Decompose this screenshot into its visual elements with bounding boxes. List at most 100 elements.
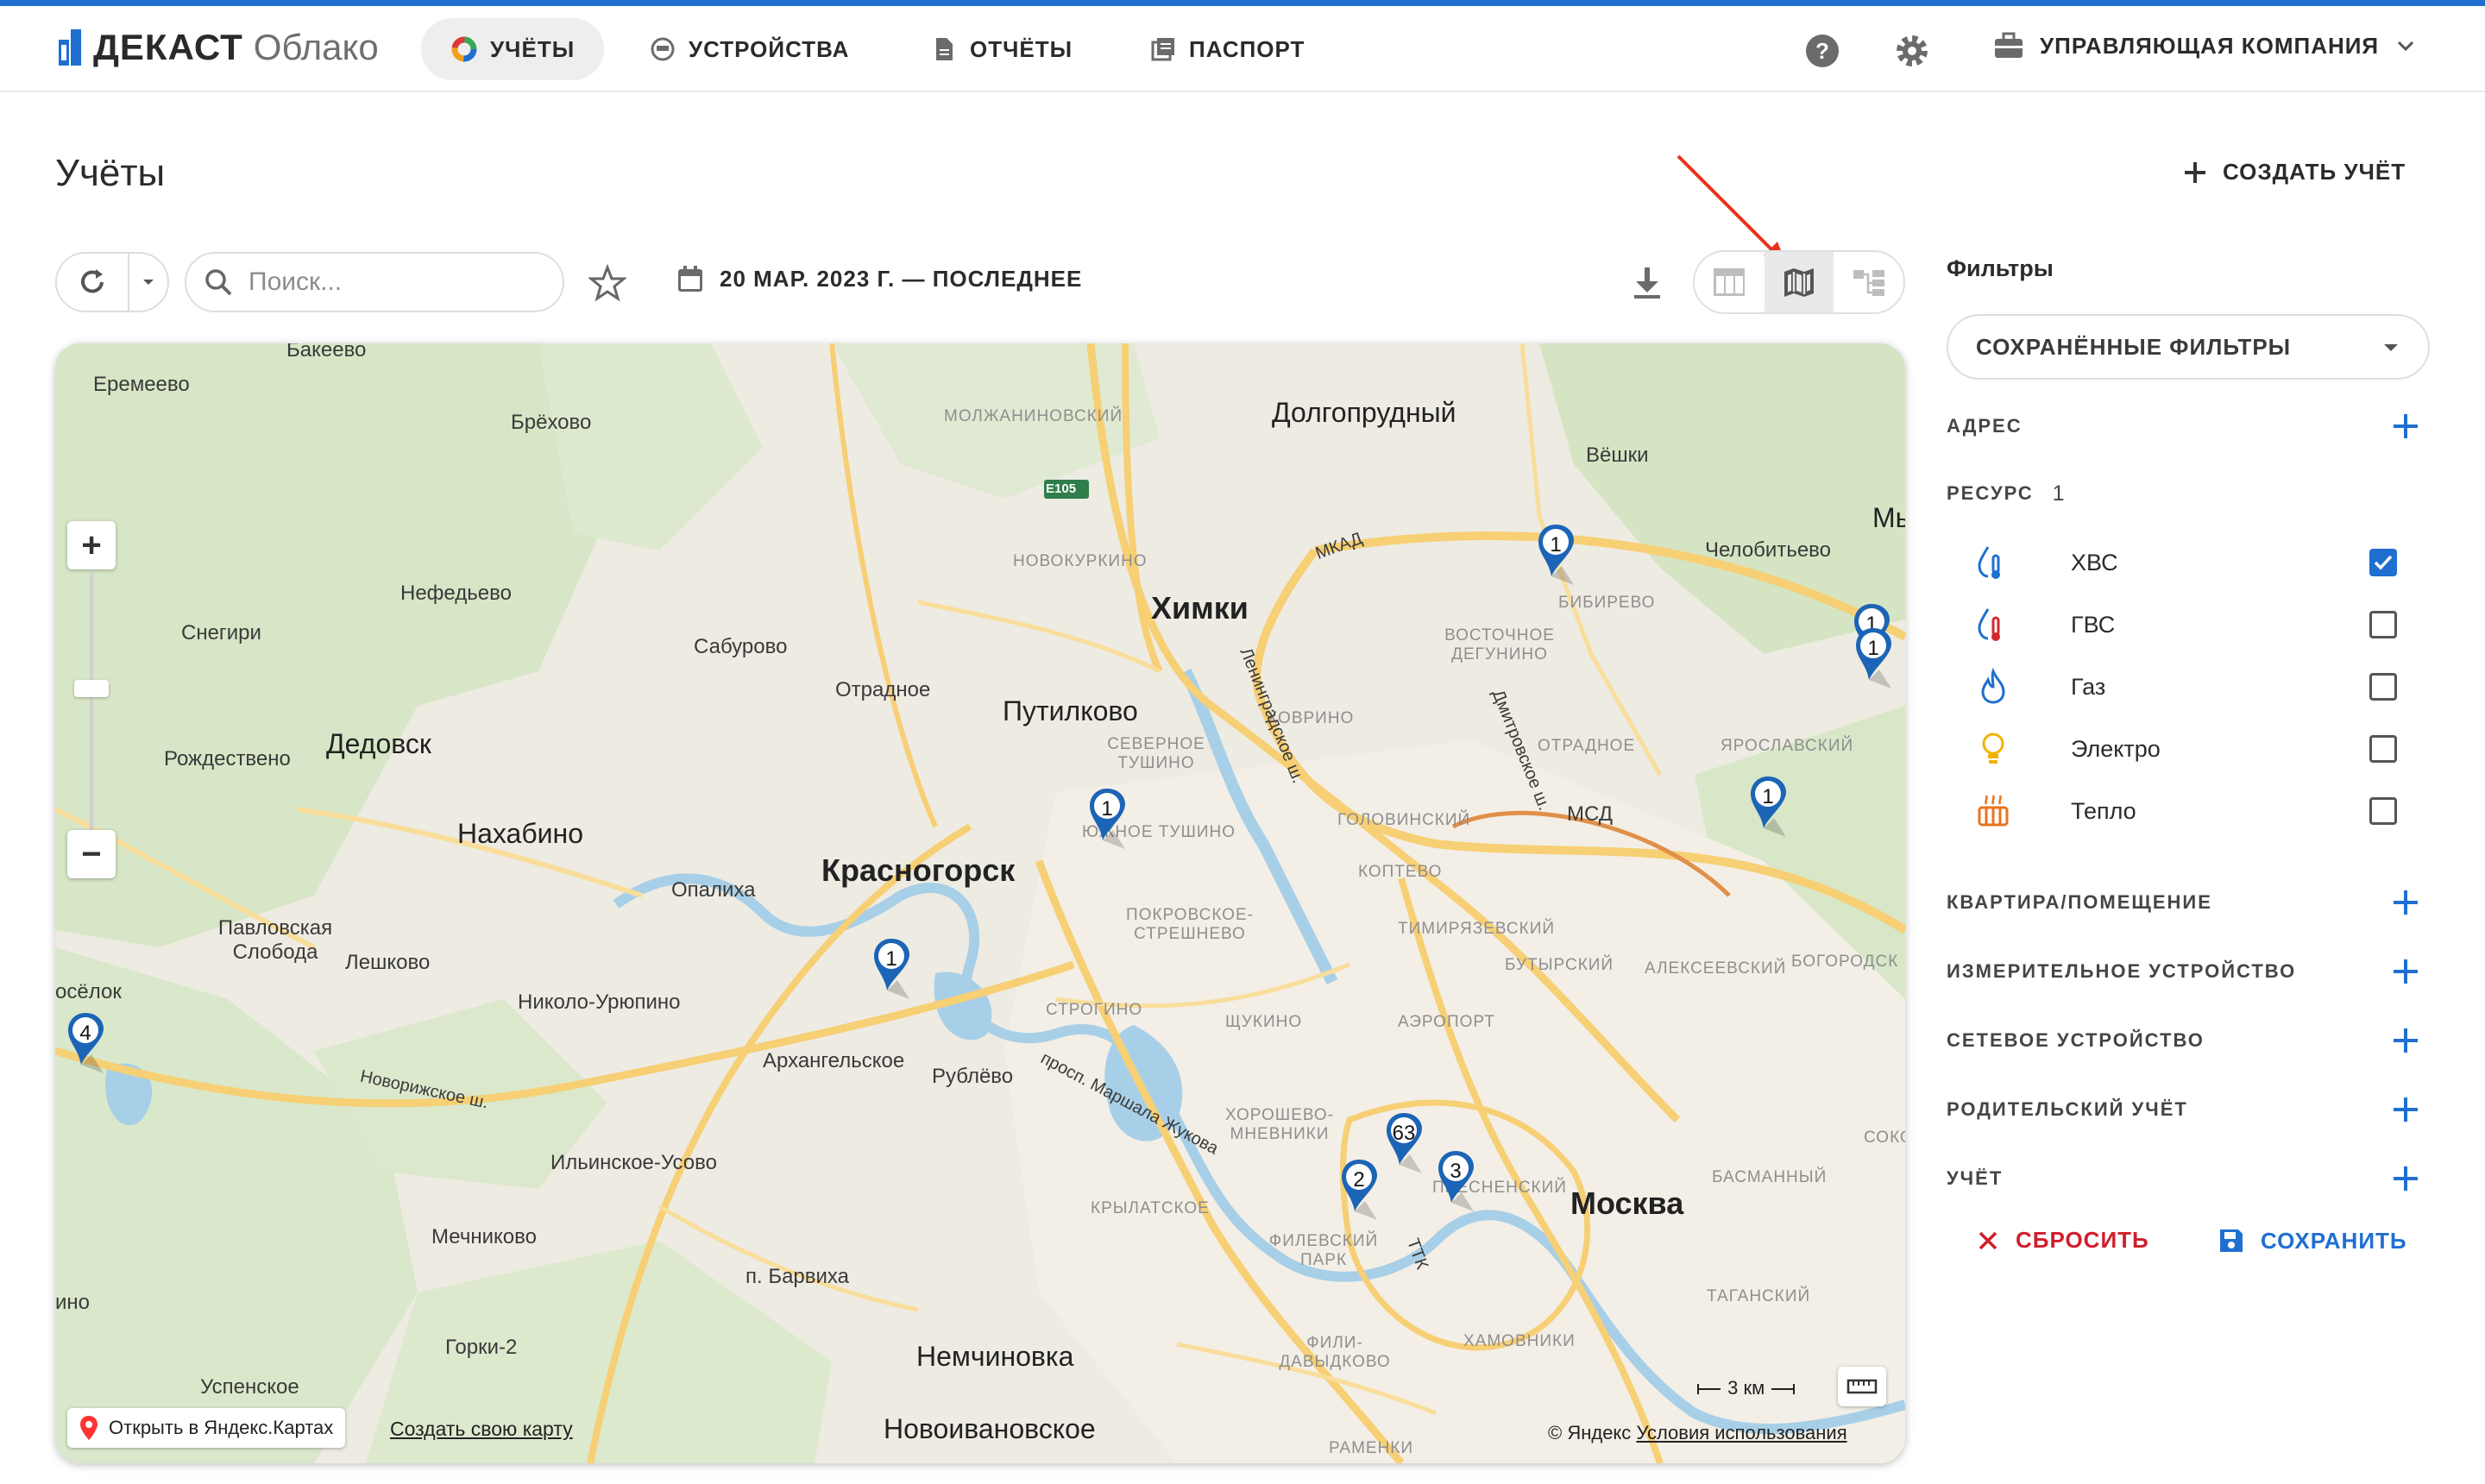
resource-row-electro[interactable]: Электро	[1976, 728, 2425, 770]
nav-reports[interactable]: ОТЧЁТЫ	[901, 18, 1102, 80]
bulb-icon	[1982, 733, 2004, 764]
open-in-yandex-maps-button[interactable]: Открыть в Яндекс.Картах	[67, 1408, 346, 1448]
map-label: ФИЛЕВСКИЙ ПАРК	[1268, 1232, 1379, 1269]
map-scale: 3 км	[1696, 1377, 1796, 1399]
map-label: Рублёво	[932, 1065, 1014, 1088]
map-label: Химки	[1151, 590, 1249, 626]
map-label: ино	[55, 1291, 91, 1314]
zoom-track[interactable]	[90, 573, 93, 840]
create-account-button[interactable]: СОЗДАТЬ УЧЁТ	[2183, 159, 2406, 186]
saved-filters-select[interactable]: СОХРАНЁННЫЕ ФИЛЬТРЫ	[1947, 314, 2430, 380]
search-input[interactable]	[247, 267, 544, 298]
resource-checkbox[interactable]	[2369, 611, 2397, 638]
nav-passport-label: ПАСПОРТ	[1189, 35, 1305, 62]
filter-network: СЕТЕВОЕ УСТРОЙСТВО	[1947, 1023, 2464, 1058]
company-label: УПРАВЛЯЮЩАЯ КОМПАНИЯ	[2040, 32, 2380, 59]
refresh-dropdown-button[interactable]	[129, 274, 167, 291]
add-meter-filter-icon[interactable]	[2390, 956, 2421, 987]
zoom-handle[interactable]	[74, 680, 109, 697]
download-icon[interactable]	[1627, 262, 1667, 302]
marker-count: 3	[1450, 1160, 1462, 1183]
map-view-button[interactable]	[1764, 252, 1834, 312]
map-label: АЭРОПОРТ	[1398, 1013, 1495, 1031]
add-network-filter-icon[interactable]	[2390, 1025, 2421, 1056]
marker-count: 4	[79, 1022, 91, 1045]
map-label: Челобитьево	[1705, 538, 1831, 562]
nav-passport[interactable]: ПАСПОРТ	[1120, 18, 1334, 80]
map-label: ХОРОШЕВО-МНЕВНИКИ	[1224, 1106, 1335, 1143]
zoom-out-button[interactable]: −	[67, 830, 116, 878]
resource-checkbox[interactable]	[2369, 797, 2397, 825]
resource-row-heat[interactable]: Тепло	[1976, 790, 2425, 832]
map-marker[interactable]: 1	[1748, 773, 1798, 851]
filter-parent-label: РОДИТЕЛЬСКИЙ УЧЁТ	[1947, 1098, 2188, 1120]
nav-accounts[interactable]: УЧЁТЫ	[421, 18, 605, 80]
reset-filters-label: СБРОСИТЬ	[2016, 1227, 2149, 1253]
resource-checkbox[interactable]	[2369, 549, 2397, 576]
map-view[interactable]: Бакеево Еремеево Брёхово МОЛЖАНИНОВСКИЙ …	[55, 343, 1905, 1463]
map-marker[interactable]: 3	[1436, 1148, 1486, 1225]
filter-meter: ИЗМЕРИТЕЛЬНОЕ УСТРОЙСТВО	[1947, 954, 2464, 989]
tree-view-button[interactable]	[1834, 252, 1903, 312]
heat-icon	[1978, 795, 2009, 827]
map-label: Ильинское-Усово	[550, 1151, 717, 1174]
scale-bar-icon	[1697, 1384, 1721, 1395]
save-filters-button[interactable]: СОХРАНИТЬ	[2218, 1227, 2407, 1254]
resource-row-cold-water[interactable]: ХВС	[1976, 542, 2425, 583]
help-icon[interactable]: ?	[1803, 32, 1841, 70]
marker-count: 1	[1762, 785, 1774, 808]
map-label: Красногорск	[821, 852, 1016, 888]
map-marker[interactable]: 1	[1536, 521, 1586, 599]
copyright-label: © Яндекс	[1548, 1422, 1632, 1443]
map-marker[interactable]: 63	[1384, 1110, 1434, 1187]
map-marker[interactable]: 1	[871, 935, 922, 1013]
filter-network-label: СЕТЕВОЕ УСТРОЙСТВО	[1947, 1029, 2205, 1051]
add-parent-filter-icon[interactable]	[2390, 1094, 2421, 1125]
refresh-button[interactable]	[57, 254, 129, 311]
caret-down-icon	[143, 280, 154, 285]
resource-checkbox[interactable]	[2369, 673, 2397, 701]
cold-water-icon	[1978, 546, 2000, 579]
map-marker[interactable]: 2	[1339, 1156, 1389, 1234]
nav-devices[interactable]: УСТРОЙСТВА	[620, 18, 878, 80]
map-label: Москва	[1570, 1185, 1684, 1221]
resource-checkbox[interactable]	[2369, 735, 2397, 763]
terms-link[interactable]: Условия использования	[1636, 1422, 1846, 1443]
map-marker[interactable]: 1	[1087, 785, 1137, 863]
map-marker[interactable]: 1	[1853, 625, 1903, 702]
search-box	[185, 252, 564, 312]
map-label: КОПТЕВО	[1358, 863, 1443, 881]
zoom-in-button[interactable]: +	[67, 521, 116, 569]
add-account-filter-icon[interactable]	[2390, 1163, 2421, 1194]
reset-filters-button[interactable]: СБРОСИТЬ	[1976, 1227, 2149, 1254]
map-view-icon	[1784, 268, 1814, 297]
favorite-star-icon[interactable]	[588, 264, 626, 302]
map-label: ПОКРОВСКОЕ-СТРЕШНЕВО	[1126, 906, 1254, 943]
filter-apartment: КВАРТИРА/ПОМЕЩЕНИЕ	[1947, 885, 2464, 920]
logo[interactable]: ДЕКАСТ Облако	[57, 27, 379, 68]
map-marker[interactable]: 4	[66, 1009, 116, 1087]
gas-flame-icon	[1981, 668, 2005, 704]
add-address-filter-icon[interactable]	[2390, 411, 2421, 442]
open-in-yandex-label: Открыть в Яндекс.Картах	[109, 1417, 334, 1438]
map-label: Долгопрудный	[1272, 397, 1456, 428]
date-range-picker[interactable]: 20 МАР. 2023 Г. — ПОСЛЕДНЕЕ	[676, 264, 1082, 293]
create-own-map-link[interactable]: Создать свою карту	[390, 1418, 573, 1441]
map-label: БУТЫРСКИЙ	[1505, 956, 1614, 974]
ruler-button[interactable]	[1838, 1367, 1886, 1406]
add-apartment-filter-icon[interactable]	[2390, 887, 2421, 918]
map-label: Отрадное	[835, 678, 931, 701]
resource-row-hot-water[interactable]: ГВС	[1976, 604, 2425, 645]
map-label: ФИЛИ-ДАВЫДКОВО	[1279, 1334, 1391, 1371]
map-label: осёлок	[55, 980, 122, 1003]
table-view-button[interactable]	[1695, 252, 1765, 312]
filter-account-label: УЧЁТ	[1947, 1167, 2004, 1189]
resource-row-gas[interactable]: Газ	[1976, 666, 2425, 707]
gear-icon[interactable]	[1893, 32, 1931, 70]
map-label: Новоивановское	[884, 1413, 1096, 1444]
company-selector[interactable]: УПРАВЛЯЮЩАЯ КОМПАНИЯ	[1993, 32, 2417, 60]
map-label: ГОЛОВИНСКИЙ	[1337, 811, 1471, 829]
logo-brand: ДЕКАСТ	[93, 27, 243, 67]
marker-count: 2	[1353, 1168, 1365, 1192]
meter-device-icon	[651, 37, 675, 61]
